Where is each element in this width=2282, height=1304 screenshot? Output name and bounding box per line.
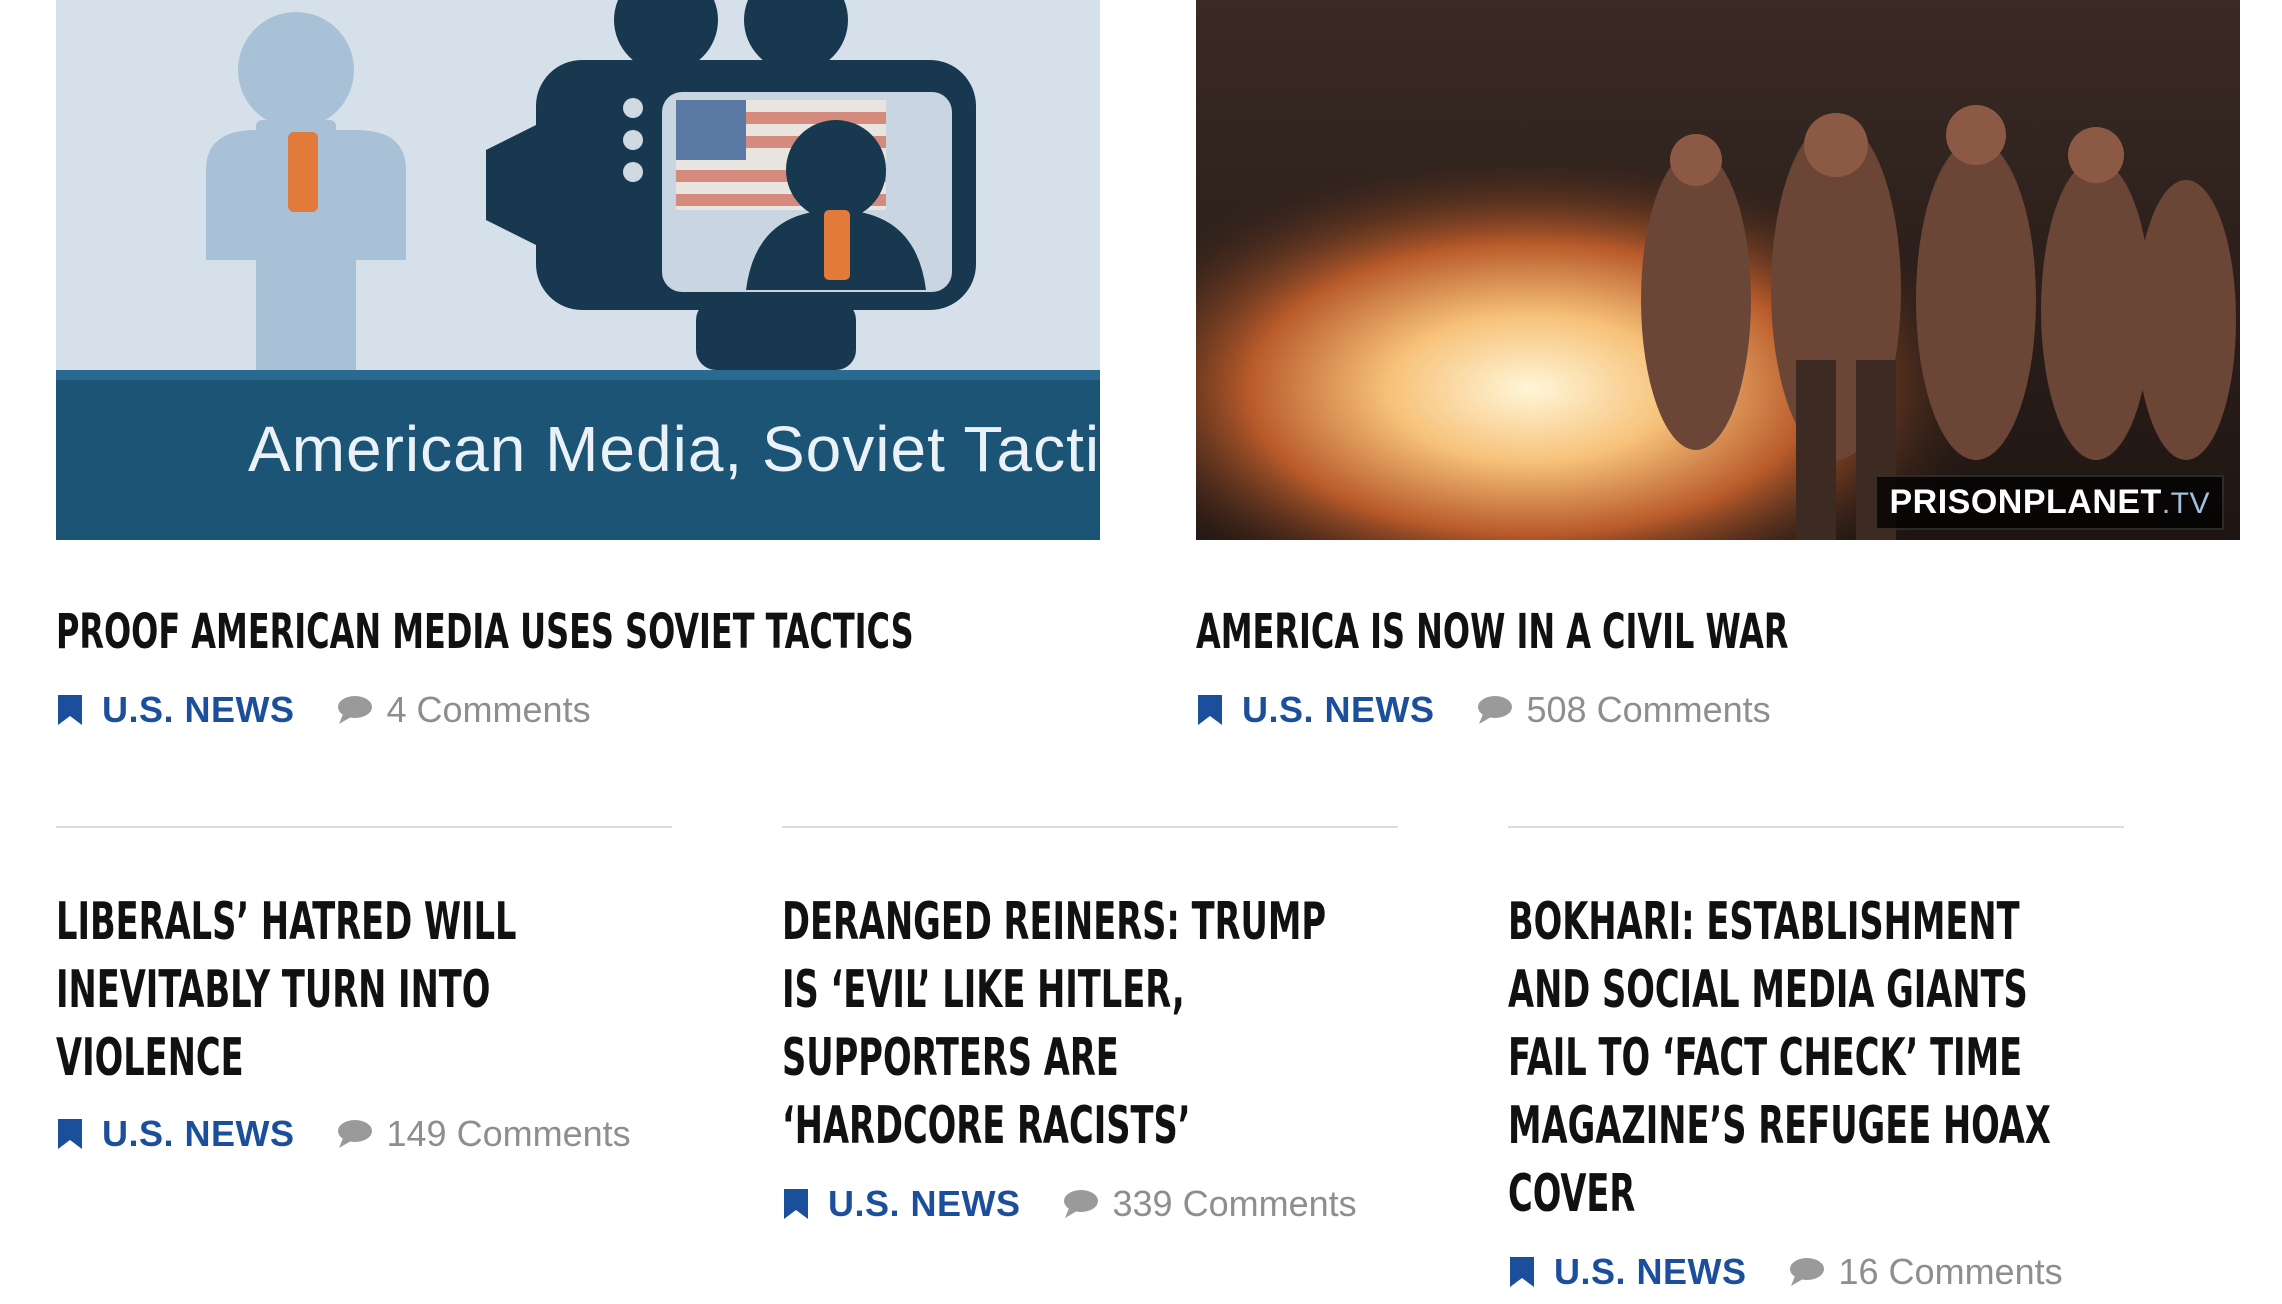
article-divider (56, 826, 672, 828)
category-link[interactable]: U.S. NEWS (782, 1183, 1021, 1225)
article-meta-2: U.S. NEWS 339 Comments (782, 1180, 1357, 1228)
comment-bubble-icon (337, 1120, 372, 1148)
article-divider (782, 826, 1398, 828)
category-label: U.S. NEWS (828, 1183, 1021, 1224)
comments-link[interactable]: 4 Comments (335, 689, 591, 731)
bookmark-icon (58, 1119, 82, 1149)
comments-link[interactable]: 16 Comments (1787, 1251, 2063, 1293)
article-title-3[interactable]: BOKHARI: ESTABLISHMENT AND SOCIAL MEDIA … (1508, 888, 2127, 1228)
comments-link[interactable]: 339 Comments (1061, 1183, 1357, 1225)
article-meta-3: U.S. NEWS 16 Comments (1508, 1248, 2063, 1296)
comments-count: 16 Comments (1838, 1251, 2063, 1292)
article-divider (1508, 826, 2124, 828)
comments-count: 508 Comments (1526, 689, 1771, 730)
comment-bubble-icon (337, 696, 372, 724)
featured-image-civil-war[interactable]: PRISONPLANET.TV (1196, 0, 2240, 540)
category-link[interactable]: U.S. NEWS (1196, 689, 1435, 731)
featured-title-1[interactable]: PROOF AMERICAN MEDIA USES SOVIET TACTICS (56, 602, 914, 662)
comments-count: 4 Comments (386, 689, 591, 730)
image-caption: American Media, Soviet Tactics (248, 413, 1100, 485)
category-label: U.S. NEWS (102, 1113, 295, 1154)
article-title-2[interactable]: DERANGED REINERS: TRUMP IS ‘EVIL’ LIKE H… (782, 888, 1401, 1160)
category-link[interactable]: U.S. NEWS (1508, 1251, 1747, 1293)
category-link[interactable]: U.S. NEWS (56, 1113, 295, 1155)
article-meta-1: U.S. NEWS 149 Comments (56, 1110, 631, 1158)
bookmark-icon (1198, 695, 1222, 725)
comment-bubble-icon (1063, 1190, 1098, 1218)
bookmark-icon (784, 1189, 808, 1219)
category-label: U.S. NEWS (1242, 689, 1435, 730)
featured-title-2[interactable]: AMERICA IS NOW IN A CIVIL WAR (1196, 602, 1788, 662)
comments-count: 339 Comments (1112, 1183, 1357, 1224)
comments-link[interactable]: 508 Comments (1475, 689, 1771, 731)
comment-bubble-icon (1477, 696, 1512, 724)
bookmark-icon (58, 695, 82, 725)
featured-meta-2: U.S. NEWS 508 Comments (1196, 686, 1771, 734)
featured-image-media-soviet[interactable]: American Media, Soviet Tactics (56, 0, 1100, 540)
featured-meta-1: U.S. NEWS 4 Comments (56, 686, 591, 734)
category-link[interactable]: U.S. NEWS (56, 689, 295, 731)
category-label: U.S. NEWS (102, 689, 295, 730)
comment-bubble-icon (1789, 1258, 1824, 1286)
bookmark-icon (1510, 1257, 1534, 1287)
comments-link[interactable]: 149 Comments (335, 1113, 631, 1155)
riot-photo (1196, 0, 2240, 540)
category-label: U.S. NEWS (1554, 1251, 1747, 1292)
watermark-label: PRISONPLANET.TV (1875, 475, 2224, 530)
caption-band: American Media, Soviet Tactics (56, 370, 1100, 540)
comments-count: 149 Comments (386, 1113, 631, 1154)
article-title-1[interactable]: LIBERALS’ HATRED WILL INEVITABLY TURN IN… (56, 888, 675, 1092)
